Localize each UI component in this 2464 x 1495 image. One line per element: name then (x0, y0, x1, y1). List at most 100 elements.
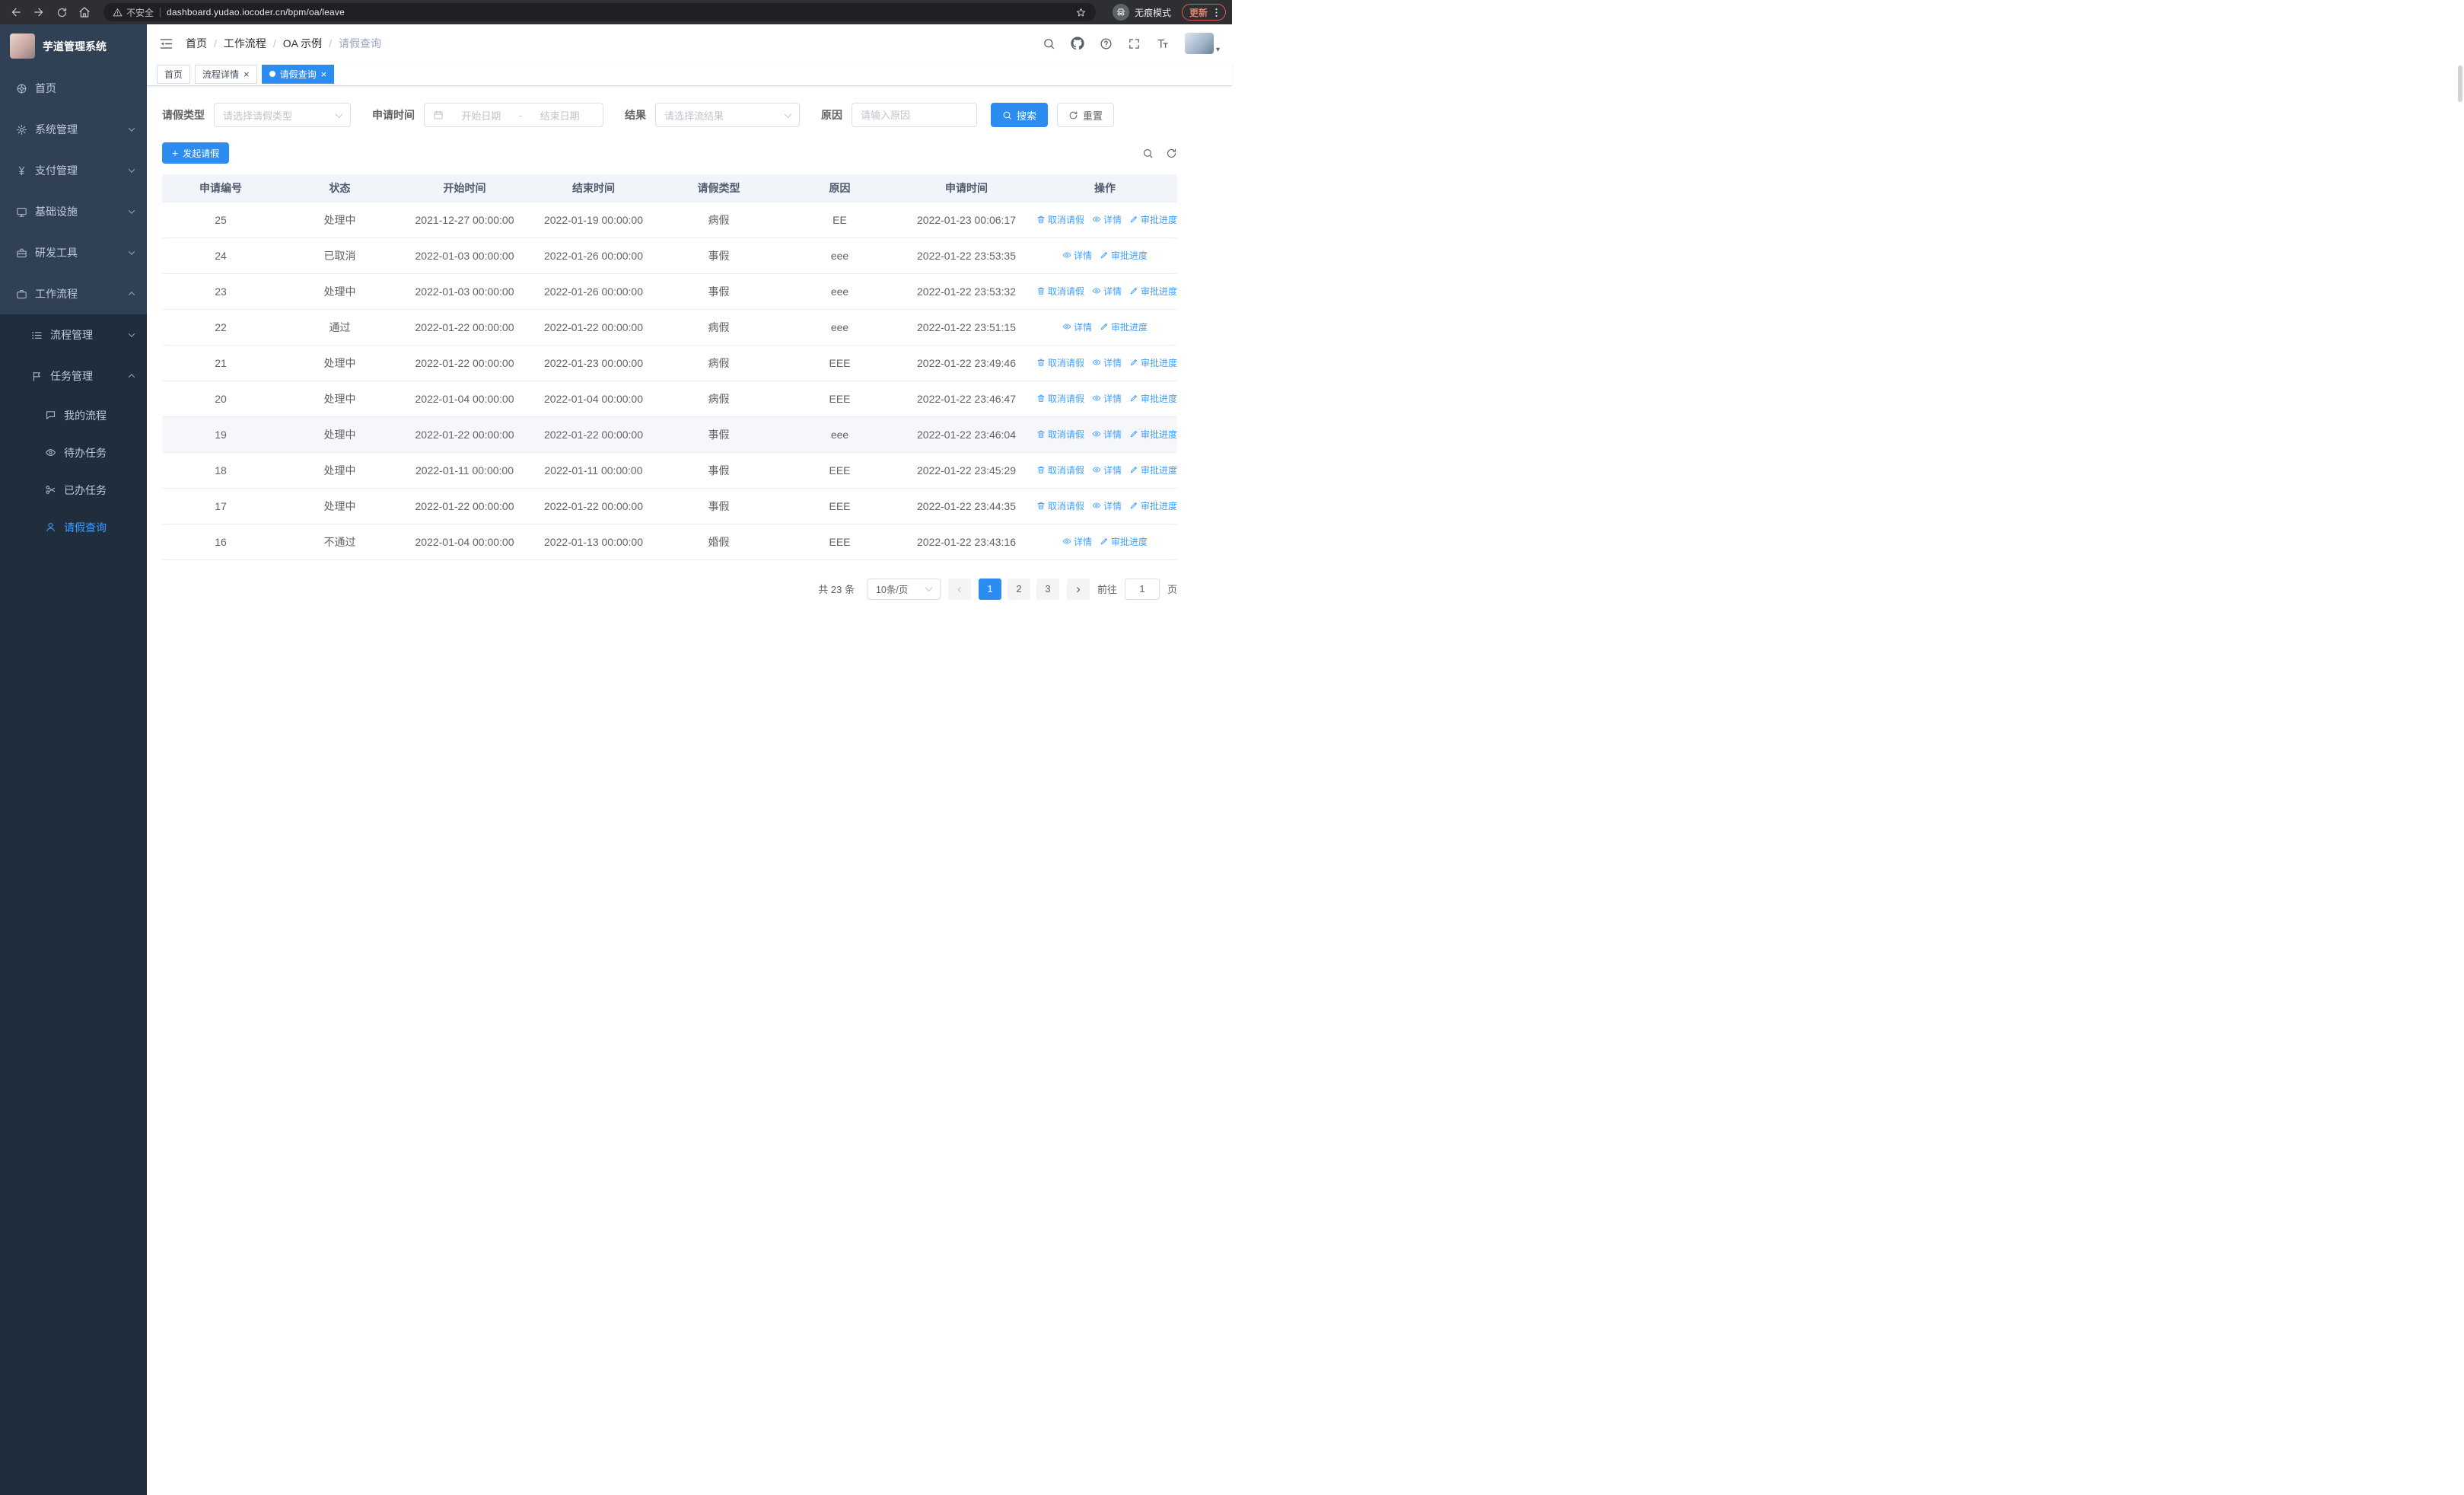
address-bar[interactable]: 不安全 dashboard.yudao.iocoder.cn/bpm/oa/le… (103, 3, 1096, 21)
apply-time-cell: 2022-01-22 23:53:32 (900, 273, 1033, 310)
help-icon[interactable] (1100, 37, 1113, 50)
page-button-3[interactable]: 3 (1036, 578, 1059, 600)
leave-type-placeholder: 请选择请假类型 (223, 110, 293, 122)
action-progress[interactable]: 审批进度 (1129, 464, 1177, 477)
leave-type-select[interactable]: 请选择请假类型 (214, 103, 351, 127)
action-progress[interactable]: 审批进度 (1129, 428, 1177, 441)
browser-update-menu[interactable]: 更新 (1181, 4, 1226, 21)
status-cell: 已取消 (279, 237, 400, 274)
action-cancel[interactable]: 取消请假 (1036, 499, 1084, 512)
user-menu[interactable]: ▾ (1184, 33, 1220, 54)
action-progress[interactable]: 审批进度 (1129, 356, 1177, 369)
table-row: 21 处理中 2022-01-22 00:00:00 2022-01-23 00:00… (162, 345, 1177, 381)
action-cancel[interactable]: 取消请假 (1036, 213, 1084, 226)
end-date-placeholder: 结束日期 (540, 110, 580, 122)
sidebar-item[interactable]: 系统管理 (0, 109, 147, 150)
fullscreen-icon[interactable] (1128, 37, 1141, 50)
action-detail[interactable]: 详情 (1062, 249, 1092, 262)
reset-button[interactable]: 重置 (1057, 103, 1115, 127)
actions-cell: 详情 审批进度 (1033, 309, 1177, 346)
bookmark-star-icon[interactable] (1075, 7, 1087, 18)
goto-page-input[interactable] (1124, 578, 1160, 600)
action-detail[interactable]: 详情 (1062, 535, 1092, 548)
sidebar-item-label: 流程管理 (50, 329, 93, 341)
github-icon[interactable] (1071, 37, 1084, 50)
action-progress[interactable]: 审批进度 (1100, 535, 1148, 548)
font-size-icon[interactable] (1156, 37, 1170, 50)
action-detail[interactable]: 详情 (1092, 356, 1122, 369)
back-button[interactable] (6, 2, 26, 22)
sidebar-item-label: 系统管理 (35, 123, 78, 135)
action-progress[interactable]: 审批进度 (1100, 249, 1148, 262)
view-icon (1062, 537, 1071, 546)
breadcrumb-item-oa[interactable]: OA 示例 (283, 36, 322, 51)
view-icon (1092, 465, 1101, 474)
sidebar-item[interactable]: 研发工具 (0, 232, 147, 273)
action-cancel[interactable]: 取消请假 (1036, 356, 1084, 369)
action-detail[interactable]: 详情 (1092, 499, 1122, 512)
sidebar-item[interactable]: 我的流程 (0, 397, 147, 434)
search-button[interactable]: 搜索 (991, 103, 1049, 127)
action-cancel[interactable]: 取消请假 (1036, 285, 1084, 298)
reason-cell: eee (779, 273, 900, 310)
refresh-table-icon[interactable] (1166, 148, 1177, 159)
reason-input[interactable] (852, 103, 977, 127)
collapse-sidebar-icon[interactable] (159, 37, 173, 51)
page-button-2[interactable]: 2 (1007, 578, 1030, 600)
reason-cell: eee (779, 309, 900, 346)
action-detail[interactable]: 详情 (1062, 320, 1092, 333)
result-select[interactable]: 请选择流结果 (655, 103, 800, 127)
action-detail[interactable]: 详情 (1092, 213, 1122, 226)
edit-icon (1129, 215, 1138, 224)
tab-active[interactable]: 请假查询 × (261, 64, 335, 84)
close-icon[interactable]: × (321, 69, 327, 79)
apply-time-range-picker[interactable]: 开始日期 - 结束日期 (424, 103, 603, 127)
toggle-search-icon[interactable] (1142, 148, 1154, 159)
action-detail[interactable]: 详情 (1092, 392, 1122, 405)
action-progress[interactable]: 审批进度 (1100, 320, 1148, 333)
chrome-home-button[interactable] (75, 2, 94, 22)
action-cancel[interactable]: 取消请假 (1036, 464, 1084, 477)
search-icon[interactable] (1043, 37, 1055, 50)
next-page-button[interactable]: › (1066, 578, 1090, 600)
sidebar-item[interactable]: 支付管理 (0, 150, 147, 191)
action-progress[interactable]: 审批进度 (1129, 285, 1177, 298)
create-leave-button[interactable]: + 发起请假 (162, 142, 230, 164)
security-indicator[interactable]: 不安全 (113, 6, 154, 19)
view-icon (1092, 394, 1101, 403)
forward-button[interactable] (29, 2, 49, 22)
page-button-1[interactable]: 1 (978, 578, 1001, 600)
sidebar-item[interactable]: 请假查询 (0, 508, 147, 546)
action-progress[interactable]: 审批进度 (1129, 499, 1177, 512)
action-progress[interactable]: 审批进度 (1129, 213, 1177, 226)
action-progress[interactable]: 审批进度 (1129, 392, 1177, 405)
sidebar-item[interactable]: 任务管理 (0, 355, 147, 397)
chevron-down-icon (128, 207, 135, 214)
prev-page-button[interactable]: ‹ (947, 578, 971, 600)
kebab-menu-icon[interactable] (1211, 7, 1222, 18)
page-size-select[interactable]: 10条/页 (866, 578, 941, 600)
sidebar-item[interactable]: 基础设施 (0, 191, 147, 232)
action-detail[interactable]: 详情 (1092, 428, 1122, 441)
tab-item[interactable]: 首页 (157, 64, 191, 84)
start-time-cell: 2021-12-27 00:00:00 (400, 202, 529, 238)
breadcrumb-item-workflow[interactable]: 工作流程 (224, 36, 266, 51)
end-time-cell: 2022-01-23 00:00:00 (529, 345, 658, 381)
sidebar-item[interactable]: 已办任务 (0, 471, 147, 508)
action-cancel[interactable]: 取消请假 (1036, 392, 1084, 405)
action-cancel[interactable]: 取消请假 (1036, 428, 1084, 441)
sidebar-item[interactable]: 首页 (0, 68, 147, 109)
sidebar-item[interactable]: 流程管理 (0, 314, 147, 355)
tab-item[interactable]: 流程详情 × (195, 64, 257, 84)
chevron-up-icon (128, 292, 135, 298)
reload-button[interactable] (52, 2, 72, 22)
sidebar-item[interactable]: 待办任务 (0, 434, 147, 471)
action-detail[interactable]: 详情 (1092, 464, 1122, 477)
page-scrollbar[interactable] (2458, 65, 2462, 102)
sidebar-item[interactable]: 工作流程 (0, 273, 147, 314)
action-detail[interactable]: 详情 (1092, 285, 1122, 298)
close-icon[interactable]: × (244, 69, 250, 79)
reason-cell: EE (779, 202, 900, 238)
breadcrumb-item-home[interactable]: 首页 (186, 36, 207, 51)
table-row: 25 处理中 2021-12-27 00:00:00 2022-01-19 00:00… (162, 202, 1177, 238)
